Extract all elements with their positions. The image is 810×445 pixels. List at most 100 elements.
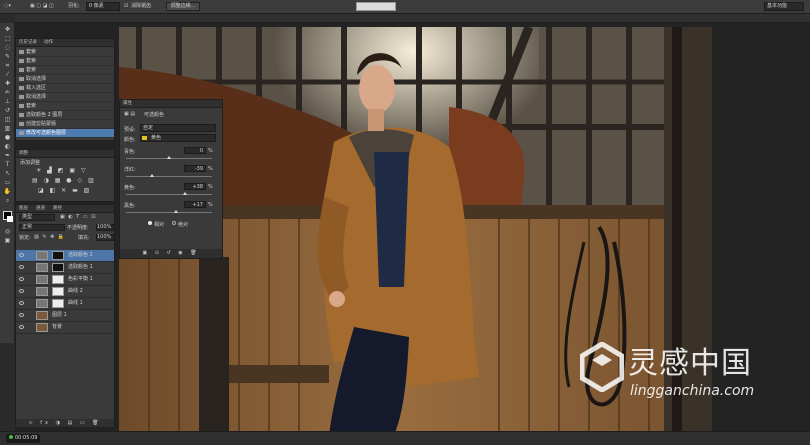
eyedropper-icon[interactable]: ⁄	[3, 71, 12, 78]
fill-input[interactable]: 100%	[96, 234, 114, 241]
layers-footer-icons[interactable]: ∞ fx ◑ ▤ ▭ 🗑	[16, 419, 114, 427]
properties-footer-icons[interactable]: ▣ ⊙ ↺ ◉ 🗑	[120, 249, 222, 258]
tab-channels[interactable]: 通道	[36, 205, 45, 212]
slider-thumb[interactable]	[167, 156, 171, 159]
layer-row[interactable]: 曲线 1	[16, 298, 114, 310]
history-item[interactable]: 套索	[16, 102, 114, 111]
slider-value-input[interactable]: 0	[184, 147, 206, 154]
blur-tool-icon[interactable]: ●	[3, 134, 12, 141]
dodge-tool-icon[interactable]: ◐	[3, 143, 12, 150]
history-item[interactable]: 创建剪贴蒙版	[16, 120, 114, 129]
blend-mode-select[interactable]: 正常	[19, 224, 65, 231]
layer-row[interactable]: 曲线 2	[16, 286, 114, 298]
slider-track[interactable]	[126, 156, 212, 159]
layer-filter-icons[interactable]: ▣ ◐ T ▭ ⊡	[60, 214, 96, 220]
opacity-input[interactable]: 100%	[96, 224, 114, 231]
options-bar: ◌▾ ▣ ▢ ◪ ◫ 羽化: 0 像素 ☑ 消除锯齿 调整边缘... 基本功能	[0, 0, 810, 14]
quick-select-icon[interactable]: ✎	[3, 53, 12, 60]
antialias-checkbox[interactable]: ☑	[124, 2, 128, 11]
layer-row[interactable]: 背景	[16, 322, 114, 334]
path-select-icon[interactable]: ↖	[3, 170, 12, 177]
layer-thumbnail	[36, 323, 48, 332]
quick-mask-icon[interactable]: ◎	[3, 228, 12, 235]
brush-tool-icon[interactable]: ✍	[3, 89, 12, 96]
history-brush-icon[interactable]: ↺	[3, 107, 12, 114]
history-step-icon	[19, 95, 24, 99]
slider-value-input[interactable]: -39	[184, 165, 206, 172]
feather-input[interactable]: 0 像素	[86, 2, 120, 11]
colors-select[interactable]: 黄色	[140, 134, 216, 142]
lasso-tool-icon[interactable]: ◌▾	[4, 2, 11, 11]
move-tool-icon[interactable]: ✥	[3, 26, 12, 33]
history-item[interactable]: 套索	[16, 48, 114, 57]
preset-label: 预设:	[124, 127, 136, 133]
slider-track[interactable]	[126, 210, 212, 213]
selection-mode-icons[interactable]: ▣ ▢ ◪ ◫	[30, 2, 54, 11]
shape-tool-icon[interactable]: ▭	[3, 179, 12, 186]
slider-thumb[interactable]	[174, 210, 179, 213]
layer-row[interactable]: 色彩平衡 1	[16, 274, 114, 286]
history-item[interactable]: 取消选择	[16, 75, 114, 84]
marquee-tool-icon[interactable]: ⬚	[3, 35, 12, 42]
pen-tool-icon[interactable]: ✒	[3, 152, 12, 159]
slider-track[interactable]	[126, 192, 212, 195]
gradient-tool-icon[interactable]: ▥	[3, 125, 12, 132]
healing-brush-icon[interactable]: ✚	[3, 80, 12, 87]
layer-row[interactable]: 图层 1	[16, 310, 114, 322]
layer-thumbnail	[36, 311, 48, 320]
visibility-eye-icon[interactable]	[19, 253, 24, 257]
slider-track[interactable]	[126, 174, 212, 177]
slider-value-input[interactable]: +17	[184, 201, 206, 208]
history-item[interactable]: 套索	[16, 66, 114, 75]
slider-thumb[interactable]	[183, 192, 188, 195]
visibility-eye-icon[interactable]	[19, 289, 24, 293]
tab-paths[interactable]: 路径	[53, 205, 62, 212]
layer-name: 选取颜色 2	[68, 252, 93, 258]
history-item[interactable]: 选取颜色 2 图层	[16, 111, 114, 120]
visibility-eye-icon[interactable]	[19, 313, 24, 317]
lasso-tool-icon[interactable]: ◌	[3, 44, 12, 51]
tab-properties[interactable]: 属性	[123, 100, 132, 107]
screen-mode-icon[interactable]: ▣	[3, 237, 12, 244]
history-item[interactable]: 取消选择	[16, 93, 114, 102]
relative-radio[interactable]	[148, 221, 152, 225]
lock-icons[interactable]: ▨ ✎ ✥ 🔒	[34, 234, 65, 240]
refine-edge-button[interactable]: 调整边缘...	[166, 2, 200, 11]
absolute-radio[interactable]	[172, 221, 176, 225]
adjustment-icons-row-1[interactable]: ☀ ▟ ◩ ▣ ▽	[36, 167, 88, 174]
layer-mask-thumbnail	[52, 299, 64, 308]
visibility-eye-icon[interactable]	[19, 265, 24, 269]
eraser-tool-icon[interactable]: ◫	[3, 116, 12, 123]
layer-mask-thumbnail	[52, 275, 64, 284]
tab-layers[interactable]: 图层	[19, 205, 28, 212]
crop-tool-icon[interactable]: ⌗	[3, 62, 12, 69]
layer-row[interactable]: 选取颜色 2	[16, 250, 114, 262]
timer-text: 00:05:09	[15, 435, 38, 441]
layer-mask-thumbnail	[52, 287, 64, 296]
preset-select[interactable]: 自定	[140, 124, 216, 132]
history-item[interactable]: 修改可选颜色图层	[16, 129, 114, 138]
tab-actions[interactable]: 动作	[44, 39, 53, 46]
properties-title: 可选颜色	[144, 112, 165, 118]
visibility-eye-icon[interactable]	[19, 301, 24, 305]
layer-kind-filter[interactable]: 类型	[19, 214, 55, 221]
layer-row[interactable]: 选取颜色 1	[16, 262, 114, 274]
adjustment-icons-row-3[interactable]: ◪ ◧ ✕ ▬ ▨	[38, 187, 91, 194]
adjustment-icons-row-2[interactable]: ▤ ◑ ▦ ● ◇ ▥	[32, 177, 96, 184]
tab-history[interactable]: 历史记录	[19, 39, 37, 46]
relative-label: 相对	[154, 222, 165, 228]
type-tool-icon[interactable]: T	[3, 161, 12, 168]
history-item[interactable]: 载入选区	[16, 84, 114, 93]
slider-thumb[interactable]	[150, 174, 155, 177]
visibility-eye-icon[interactable]	[19, 277, 24, 281]
zoom-tool-icon[interactable]: ⌕	[3, 197, 12, 204]
slider-value-input[interactable]: +38	[184, 183, 206, 190]
background-color-swatch[interactable]	[7, 216, 13, 222]
history-item[interactable]: 套索	[16, 57, 114, 66]
history-item-label: 取消选择	[26, 94, 47, 100]
layers-panel-header: 图层 通道 路径	[16, 205, 114, 213]
workspace-select[interactable]: 基本功能	[764, 2, 804, 11]
stamp-tool-icon[interactable]: ⊥	[3, 98, 12, 105]
hand-tool-icon[interactable]: ✋	[3, 188, 12, 195]
visibility-eye-icon[interactable]	[19, 325, 24, 329]
